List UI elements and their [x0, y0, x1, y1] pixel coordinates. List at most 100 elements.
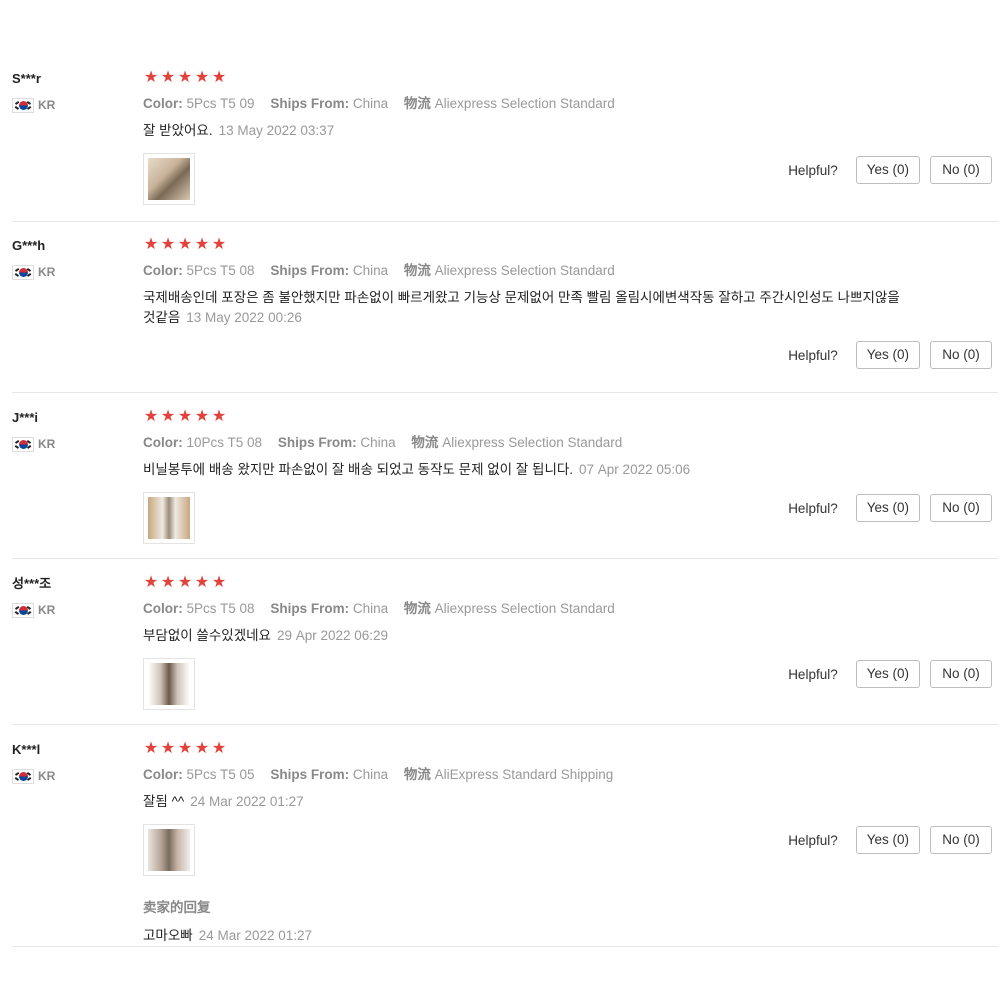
- star-icon: ★: [160, 69, 176, 86]
- star-icon: ★: [160, 408, 176, 425]
- ships-from-value: China: [352, 601, 389, 616]
- ships-from-label: Ships From:: [270, 767, 350, 782]
- shipping-value: Aliexpress Selection Standard: [434, 263, 615, 278]
- star-icon: ★: [194, 408, 210, 425]
- color-label: Color:: [143, 767, 183, 782]
- country-code: KR: [38, 437, 56, 451]
- color-label: Color:: [143, 96, 183, 111]
- shipping-value: Aliexpress Selection Standard: [442, 435, 623, 450]
- helpful-controls: Helpful? Yes (0) No (0): [788, 660, 992, 688]
- review-content: ★ ★ ★ ★ ★ Color: 5Pcs T5 09 Ships From: Chin…: [143, 70, 903, 205]
- helpful-controls: Helpful? Yes (0) No (0): [788, 341, 992, 369]
- star-icon: ★: [177, 236, 193, 253]
- star-icon: ★: [211, 408, 227, 425]
- shipping-value: Aliexpress Selection Standard: [434, 96, 615, 111]
- star-icon: ★: [194, 236, 210, 253]
- reviewer-name: G***h: [12, 238, 46, 253]
- review-item: S***r KR ★ ★ ★ ★ ★ Color: 5Pcs T5 09 Ships F…: [12, 70, 998, 222]
- star-icon: ★: [143, 740, 159, 757]
- helpful-no-button[interactable]: No (0): [930, 156, 992, 184]
- country-code: KR: [38, 265, 56, 279]
- star-rating: ★ ★ ★ ★ ★: [143, 70, 903, 86]
- star-icon: ★: [194, 574, 210, 591]
- star-icon: ★: [211, 236, 227, 253]
- review-meta: Color: 10Pcs T5 08 Ships From: China 物流 …: [143, 434, 903, 452]
- helpful-label: Helpful?: [788, 162, 838, 178]
- logistics-label: 物流: [403, 96, 431, 111]
- color-value: 5Pcs T5 08: [186, 601, 255, 616]
- star-icon: ★: [177, 574, 193, 591]
- seller-reply-date: 24 Mar 2022 01:27: [198, 928, 313, 943]
- ships-from-label: Ships From:: [277, 435, 357, 450]
- star-icon: ★: [211, 574, 227, 591]
- helpful-yes-button[interactable]: Yes (0): [855, 826, 920, 854]
- review-photo-thumbnail[interactable]: [143, 824, 195, 876]
- review-content: ★ ★ ★ ★ ★ Color: 5Pcs T5 08 Ships From: Chin…: [143, 575, 903, 710]
- ships-from-label: Ships From:: [270, 601, 350, 616]
- helpful-label: Helpful?: [788, 347, 838, 363]
- helpful-controls: Helpful? Yes (0) No (0): [788, 826, 992, 854]
- review-photo-thumbnail[interactable]: [143, 153, 195, 205]
- logistics-label: 物流: [403, 263, 431, 278]
- korea-flag-icon: [12, 768, 34, 784]
- reviewer-info: 성***조 KR: [12, 575, 132, 618]
- review-body: 비닐봉투에 배송 왔지만 파손없이 잘 배송 되었고 동작도 문제 없이 잘 됩…: [143, 462, 574, 477]
- ships-from-value: China: [352, 263, 389, 278]
- reviewer-name: 성***조: [12, 576, 52, 591]
- review-text: 부담없이 쓸수있겠네요 29 Apr 2022 06:29: [143, 626, 903, 646]
- reviewer-info: K***l KR: [12, 741, 132, 784]
- helpful-yes-button[interactable]: Yes (0): [855, 660, 920, 688]
- star-icon: ★: [194, 740, 210, 757]
- review-date: 13 May 2022 00:26: [186, 310, 302, 325]
- color-label: Color:: [143, 263, 183, 278]
- star-icon: ★: [211, 740, 227, 757]
- reviewer-info: S***r KR: [12, 70, 132, 113]
- star-icon: ★: [143, 574, 159, 591]
- review-meta: Color: 5Pcs T5 08 Ships From: China 物流 A…: [143, 600, 903, 618]
- helpful-no-button[interactable]: No (0): [930, 341, 992, 369]
- helpful-controls: Helpful? Yes (0) No (0): [788, 494, 992, 522]
- review-content: ★ ★ ★ ★ ★ Color: 10Pcs T5 08 Ships From: Chi…: [143, 409, 903, 544]
- review-text: 국제배송인데 포장은 좀 불안했지만 파손없이 빠르게왔고 기능상 문제없어 만…: [143, 288, 903, 328]
- review-text: 잘 받았어요. 13 May 2022 03:37: [143, 121, 903, 141]
- helpful-no-button[interactable]: No (0): [930, 660, 992, 688]
- seller-reply: 卖家的回复 고마오빠 24 Mar 2022 01:27: [143, 896, 903, 944]
- ships-from-value: China: [352, 96, 389, 111]
- shipping-value: Aliexpress Selection Standard: [434, 601, 615, 616]
- helpful-yes-button[interactable]: Yes (0): [855, 494, 920, 522]
- review-meta: Color: 5Pcs T5 08 Ships From: China 物流 A…: [143, 262, 903, 280]
- helpful-yes-button[interactable]: Yes (0): [855, 341, 920, 369]
- photo-image: [148, 663, 190, 705]
- reviewer-country: KR: [12, 768, 132, 784]
- country-code: KR: [38, 98, 56, 112]
- review-item: J***i KR ★ ★ ★ ★ ★ Color: 10Pcs T5 08 Ships …: [12, 409, 998, 559]
- helpful-no-button[interactable]: No (0): [930, 826, 992, 854]
- star-icon: ★: [177, 69, 193, 86]
- reviewer-name: J***i: [12, 410, 39, 425]
- star-icon: ★: [194, 69, 210, 86]
- reviewer-info: G***h KR: [12, 237, 132, 280]
- color-value: 5Pcs T5 05: [186, 767, 255, 782]
- reviewer-name: S***r: [12, 71, 41, 86]
- review-photo-thumbnail[interactable]: [143, 492, 195, 544]
- shipping-value: AliExpress Standard Shipping: [434, 767, 614, 782]
- review-meta: Color: 5Pcs T5 09 Ships From: China 物流 A…: [143, 95, 903, 113]
- star-icon: ★: [143, 236, 159, 253]
- seller-reply-body: 고마오빠: [143, 928, 193, 943]
- seller-reply-title: 卖家的回复: [143, 900, 211, 915]
- reviewer-name: K***l: [12, 742, 41, 757]
- helpful-label: Helpful?: [788, 666, 838, 682]
- ships-from-label: Ships From:: [270, 263, 350, 278]
- helpful-yes-button[interactable]: Yes (0): [855, 156, 920, 184]
- star-icon: ★: [177, 740, 193, 757]
- ships-from-value: China: [352, 767, 389, 782]
- color-value: 10Pcs T5 08: [186, 435, 263, 450]
- helpful-no-button[interactable]: No (0): [930, 494, 992, 522]
- star-icon: ★: [177, 408, 193, 425]
- review-photo-thumbnail[interactable]: [143, 658, 195, 710]
- star-rating: ★ ★ ★ ★ ★: [143, 575, 903, 591]
- review-date: 29 Apr 2022 06:29: [276, 628, 389, 643]
- korea-flag-icon: [12, 602, 34, 618]
- star-rating: ★ ★ ★ ★ ★: [143, 741, 903, 757]
- korea-flag-icon: [12, 436, 34, 452]
